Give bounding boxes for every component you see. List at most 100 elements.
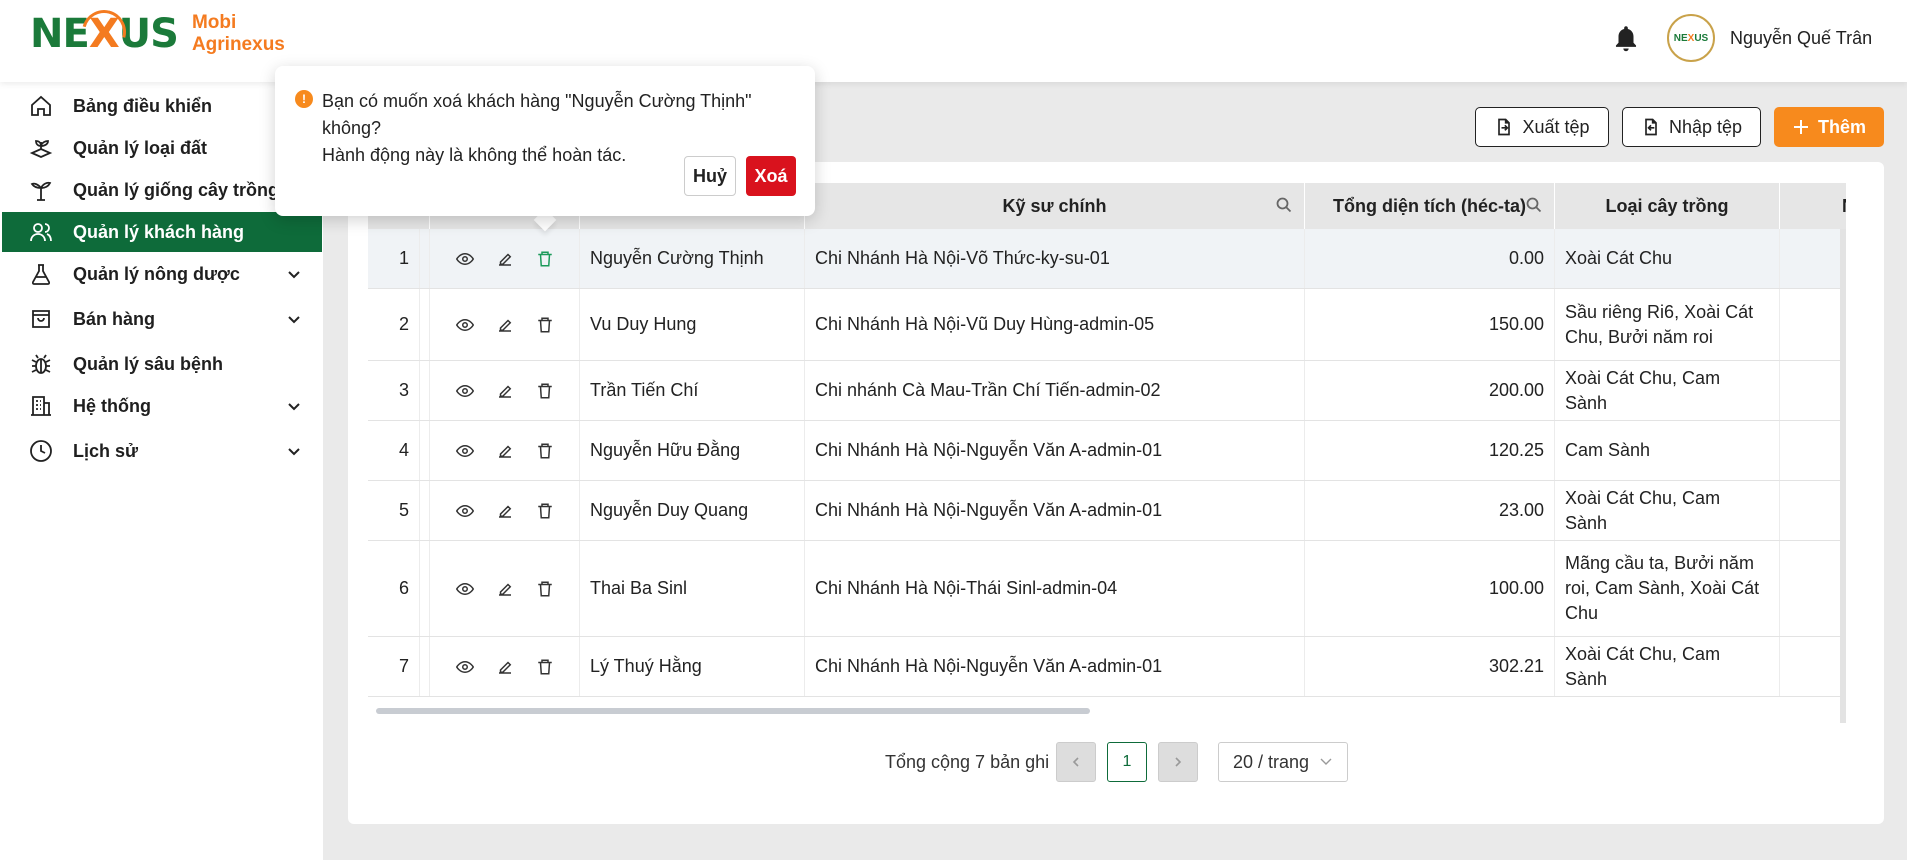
edit-icon[interactable]: [494, 500, 516, 522]
sidebar-item-label: Bảng điều khiển: [73, 95, 213, 116]
search-icon[interactable]: [1526, 197, 1542, 213]
vertical-scrollbar[interactable]: [1840, 229, 1846, 723]
chevron-down-icon[interactable]: [286, 443, 302, 459]
horizontal-scrollbar[interactable]: [376, 708, 1090, 714]
sidebar-item-pests[interactable]: Quản lý sâu bệnh: [2, 344, 322, 384]
export-icon: [1498, 118, 1511, 136]
logo-text: Mobi Agrinexus: [192, 12, 285, 56]
sidebar-item-seeds[interactable]: Quản lý giống cây trồng: [2, 170, 322, 210]
crop-types: Cam Sành: [1555, 421, 1780, 480]
table-row[interactable]: 4 Nguyễn Hữu Đằng Chi Nhánh Hà Nội-Nguyễn …: [368, 421, 1846, 481]
row-gap: [420, 289, 430, 360]
sidebar-item-customers[interactable]: Quản lý khách hàng: [2, 212, 322, 252]
chevron-down-icon[interactable]: [286, 398, 302, 414]
table-row[interactable]: 1 Nguyễn Cường Thịnh Chi Nhánh Hà Nội-Võ T…: [368, 229, 1846, 289]
avatar-logo: NEXUS: [1674, 33, 1708, 44]
trash-icon[interactable]: [534, 248, 556, 270]
home-icon: [28, 93, 54, 119]
crop-types: Sầu riêng Ri6, Xoài Cát Chu, Bưởi năm ro…: [1555, 289, 1780, 360]
eye-icon[interactable]: [454, 656, 476, 678]
row-number: 2: [368, 289, 420, 360]
trash-icon[interactable]: [534, 578, 556, 600]
prev-page-button[interactable]: [1056, 742, 1096, 782]
trash-icon[interactable]: [534, 500, 556, 522]
chevron-down-icon[interactable]: [286, 311, 302, 327]
chevron-down-icon[interactable]: [286, 266, 302, 282]
col-crops: Loại cây trồng: [1555, 183, 1780, 229]
edit-icon[interactable]: [494, 380, 516, 402]
table-row[interactable]: 2 Vu Duy Hung Chi Nhánh Hà Nội-Vũ Duy Hùng…: [368, 289, 1846, 361]
eye-icon[interactable]: [454, 248, 476, 270]
table-row[interactable]: 7 Lý Thuý Hằng Chi Nhánh Hà Nội-Nguyễn Văn…: [368, 637, 1846, 697]
trash-icon[interactable]: [534, 656, 556, 678]
page-size-select[interactable]: 20 / trang: [1218, 742, 1348, 782]
edit-icon[interactable]: [494, 440, 516, 462]
customer-name: Trần Tiến Chí: [580, 361, 805, 420]
total-area: 0.00: [1305, 229, 1555, 288]
import-button[interactable]: Nhập tệp: [1622, 107, 1761, 147]
sidebar-item-system[interactable]: Hệ thống: [2, 386, 322, 426]
col-next: Ng: [1780, 183, 1846, 229]
total-area: 150.00: [1305, 289, 1555, 360]
export-button[interactable]: Xuất tệp: [1475, 107, 1609, 147]
total-area: 100.00: [1305, 541, 1555, 636]
bell-icon[interactable]: [1612, 24, 1640, 54]
sidebar-item-label: Quản lý khách hàng: [73, 221, 245, 242]
row-gap: [420, 481, 430, 540]
sidebar-item-history[interactable]: Lịch sử: [2, 431, 322, 471]
engineer-name: Chi Nhánh Hà Nội-Nguyễn Văn A-admin-01: [805, 637, 1305, 696]
avatar-logo-right: US: [1694, 32, 1709, 44]
total-area: 120.25: [1305, 421, 1555, 480]
col-engineer-label: Kỹ sư chính: [1002, 195, 1107, 216]
table-row[interactable]: 5 Nguyễn Duy Quang Chi Nhánh Hà Nội-Nguyễn…: [368, 481, 1846, 541]
row-actions: [430, 481, 580, 540]
engineer-name: Chi Nhánh Hà Nội-Vũ Duy Hùng-admin-05: [805, 289, 1305, 360]
delete-popconfirm: ! Bạn có muốn xoá khách hàng "Nguyễn Cườ…: [275, 66, 815, 216]
total-area: 302.21: [1305, 637, 1555, 696]
eye-icon[interactable]: [454, 440, 476, 462]
sidebar-item-sales[interactable]: Bán hàng: [2, 299, 322, 339]
table-row[interactable]: 3 Trần Tiến Chí Chi nhánh Cà Mau-Trần Chí …: [368, 361, 1846, 421]
app-logo[interactable]: NEXUS Mobi Agrinexus: [30, 1, 285, 63]
sidebar-item-label: Hệ thống: [73, 395, 151, 416]
avatar[interactable]: NEXUS: [1667, 14, 1715, 62]
crop-types: Xoài Cát Chu, Cam Sành: [1555, 481, 1780, 540]
cancel-button[interactable]: Huỷ: [684, 156, 736, 196]
add-button[interactable]: Thêm: [1774, 107, 1884, 147]
eye-icon[interactable]: [454, 380, 476, 402]
plant-icon: [28, 177, 54, 203]
next-column-cell: [1780, 421, 1846, 480]
search-icon[interactable]: [1276, 197, 1292, 213]
customer-name: Nguyễn Cường Thịnh: [580, 229, 805, 288]
trash-icon[interactable]: [534, 314, 556, 336]
table-row[interactable]: 6 Thai Ba Sinl Chi Nhánh Hà Nội-Thái Sinl-…: [368, 541, 1846, 637]
next-column-cell: [1780, 637, 1846, 696]
trash-icon[interactable]: [534, 380, 556, 402]
eye-icon[interactable]: [454, 500, 476, 522]
user-name[interactable]: Nguyễn Quế Trân: [1730, 28, 1872, 49]
confirm-delete-button[interactable]: Xoá: [746, 156, 796, 196]
row-number: 4: [368, 421, 420, 480]
next-column-cell: [1780, 481, 1846, 540]
bag-icon: [28, 306, 54, 332]
row-gap: [420, 229, 430, 288]
engineer-name: Chi Nhánh Hà Nội-Thái Sinl-admin-04: [805, 541, 1305, 636]
eye-icon[interactable]: [454, 314, 476, 336]
trash-icon[interactable]: [534, 440, 556, 462]
edit-icon[interactable]: [494, 656, 516, 678]
eye-icon[interactable]: [454, 578, 476, 600]
sidebar-item-pesticides[interactable]: Quản lý nông dược: [2, 254, 322, 294]
next-page-button[interactable]: [1158, 742, 1198, 782]
popconfirm-line1: Bạn có muốn xoá khách hàng "Nguyễn Cường…: [322, 91, 752, 138]
row-actions: [430, 289, 580, 360]
edit-icon[interactable]: [494, 248, 516, 270]
edit-icon[interactable]: [494, 578, 516, 600]
sidebar-item-dashboard[interactable]: Bảng điều khiển: [2, 86, 322, 126]
edit-icon[interactable]: [494, 314, 516, 336]
popconfirm-message: Bạn có muốn xoá khách hàng "Nguyễn Cường…: [322, 88, 815, 169]
col-next-label: Ng: [1842, 196, 1846, 217]
sidebar-item-soil[interactable]: Quản lý loại đất: [2, 128, 322, 168]
col-engineer: Kỹ sư chính: [805, 183, 1305, 229]
page-button-current[interactable]: 1: [1107, 742, 1147, 782]
sidebar-item-label: Quản lý giống cây trồng: [73, 179, 280, 200]
